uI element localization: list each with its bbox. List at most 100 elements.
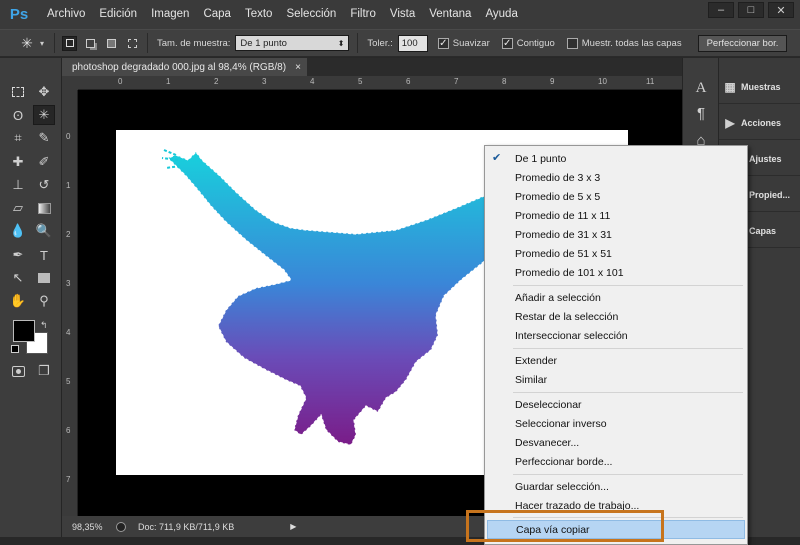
menu-item-promedio-11[interactable]: Promedio de 11 x 11 xyxy=(487,206,745,225)
menu-ventana[interactable]: Ventana xyxy=(422,0,478,29)
minimize-button[interactable]: – xyxy=(708,2,734,18)
ruler-corner xyxy=(62,76,78,90)
menu-item-restar-seleccion[interactable]: Restar de la selección xyxy=(487,307,745,326)
menu-bar: Ps Archivo Edición Imagen Capa Texto Sel… xyxy=(0,0,800,29)
maximize-button[interactable]: □ xyxy=(738,2,764,18)
ruler-tick-label: 0 xyxy=(66,132,71,141)
magic-wand-tool-icon[interactable]: ✳ xyxy=(33,105,55,125)
menu-item-label: Promedio de 101 x 101 xyxy=(515,266,624,279)
menu-item-label: Promedio de 11 x 11 xyxy=(515,209,611,222)
status-share-icon[interactable] xyxy=(116,521,126,532)
play-icon: ▶ xyxy=(725,115,735,130)
menu-item-guardar-seleccion[interactable]: Guardar selección... xyxy=(487,477,745,496)
context-menu: ✔ De 1 punto Promedio de 3 x 3 Promedio d… xyxy=(484,145,748,545)
contiguous-label: Contiguo xyxy=(516,37,555,49)
sample-size-select[interactable]: De 1 punto ⬍ xyxy=(235,35,350,51)
add-selection-icon[interactable] xyxy=(83,36,98,51)
refine-edge-button[interactable]: Perfeccionar bor. xyxy=(697,34,788,52)
menu-separator xyxy=(513,474,743,475)
history-brush-icon[interactable]: ↺ xyxy=(33,175,55,195)
lasso-tool-icon[interactable]: ʘ xyxy=(7,105,29,125)
paragraph-icon[interactable]: ¶ xyxy=(688,101,714,125)
tolerance-label: Toler.: xyxy=(367,37,393,49)
menu-imagen[interactable]: Imagen xyxy=(144,0,196,29)
menu-item-label: Promedio de 51 x 51 xyxy=(515,247,612,260)
panel-label: Acciones xyxy=(741,117,782,128)
intersect-selection-icon[interactable] xyxy=(125,36,140,51)
character-icon[interactable]: A xyxy=(688,76,714,100)
screen-mode-icon[interactable]: ❐ xyxy=(33,361,55,381)
menu-item-extender[interactable]: Extender xyxy=(487,351,745,370)
document-tab-bar: photoshop degradado 000.jpg al 98,4% (RG… xyxy=(62,58,682,76)
close-button[interactable]: ✕ xyxy=(768,2,794,18)
move-tool-icon[interactable]: ✥ xyxy=(33,82,55,102)
foreground-color-swatch[interactable] xyxy=(13,320,35,342)
menu-item-promedio-101[interactable]: Promedio de 101 x 101 xyxy=(487,263,745,282)
zoom-tool-icon[interactable]: ⚲ xyxy=(33,291,55,311)
menu-item-promedio-51[interactable]: Promedio de 51 x 51 xyxy=(487,244,745,263)
type-tool-icon[interactable]: T xyxy=(33,245,55,265)
ruler-tick-label: 6 xyxy=(66,426,71,435)
menu-ayuda[interactable]: Ayuda xyxy=(478,0,524,29)
swap-colors-icon[interactable]: ↰ xyxy=(40,320,48,331)
eraser-tool-icon[interactable]: ▱ xyxy=(7,198,29,218)
ruler-tick-label: 2 xyxy=(214,77,219,86)
menu-edicion[interactable]: Edición xyxy=(92,0,144,29)
zoom-level[interactable]: 98,35% xyxy=(72,522,110,532)
menu-seleccion[interactable]: Selección xyxy=(279,0,343,29)
subtract-selection-icon[interactable] xyxy=(104,36,119,51)
crop-tool-icon[interactable]: ⌗ xyxy=(7,128,29,148)
doc-size: Doc: 711,9 KB/711,9 KB xyxy=(138,521,235,532)
healing-brush-icon[interactable]: ✚ xyxy=(7,152,29,172)
menu-item-similar[interactable]: Similar xyxy=(487,370,745,389)
brush-tool-icon[interactable]: ✐ xyxy=(33,152,55,172)
dodge-tool-icon[interactable]: 🔍 xyxy=(33,221,55,241)
menu-item-promedio-3[interactable]: Promedio de 3 x 3 xyxy=(487,168,745,187)
contiguous-checkbox[interactable]: ✓ Contiguo xyxy=(501,37,555,49)
default-colors-icon[interactable] xyxy=(11,345,19,353)
panel-acciones[interactable]: ▶ Acciones xyxy=(719,106,800,140)
marquee-tool-icon[interactable] xyxy=(7,82,29,102)
tolerance-input[interactable]: 100 xyxy=(397,34,428,52)
menu-item-label: Promedio de 5 x 5 xyxy=(515,190,601,203)
ruler-tick-label: 4 xyxy=(66,328,71,337)
menu-item-interseccionar-seleccion[interactable]: Interseccionar selección xyxy=(487,326,745,345)
status-arrow-icon[interactable]: ▶ xyxy=(290,522,296,531)
eyedropper-tool-icon[interactable]: ✎ xyxy=(33,128,55,148)
pen-tool-icon[interactable]: ✒ xyxy=(7,245,29,265)
menu-texto[interactable]: Texto xyxy=(238,0,280,29)
shape-tool-icon[interactable] xyxy=(33,268,55,288)
menu-item-label: De 1 punto xyxy=(515,152,567,165)
blur-tool-icon[interactable]: 💧 xyxy=(7,221,29,241)
menu-filtro[interactable]: Filtro xyxy=(343,0,383,29)
ruler-tick-label: 10 xyxy=(598,77,607,86)
menu-item-de-1-punto[interactable]: ✔ De 1 punto xyxy=(487,149,745,168)
panel-muestras[interactable]: ▦ Muestras xyxy=(719,70,800,104)
preset-dropdown-icon[interactable]: ▾ xyxy=(40,39,44,48)
menu-capa[interactable]: Capa xyxy=(196,0,238,29)
document-tab[interactable]: photoshop degradado 000.jpg al 98,4% (RG… xyxy=(62,58,307,76)
magic-wand-preset-icon[interactable]: ✳ xyxy=(14,32,40,54)
menu-item-anadir-seleccion[interactable]: Añadir a selección xyxy=(487,288,745,307)
ruler-tick-label: 3 xyxy=(66,279,71,288)
close-tab-icon[interactable]: × xyxy=(295,62,301,73)
quick-mask-icon[interactable] xyxy=(7,361,29,381)
menu-item-desvanecer[interactable]: Desvanecer... xyxy=(487,433,745,452)
panel-label: Capas xyxy=(749,225,777,236)
menu-item-promedio-31[interactable]: Promedio de 31 x 31 xyxy=(487,225,745,244)
new-selection-icon[interactable] xyxy=(62,35,78,51)
hand-tool-icon[interactable]: ✋ xyxy=(7,291,29,311)
menu-item-seleccionar-inverso[interactable]: Seleccionar inverso xyxy=(487,414,745,433)
menu-archivo[interactable]: Archivo xyxy=(40,0,92,29)
menu-item-deseleccionar[interactable]: Deseleccionar xyxy=(487,395,745,414)
menu-item-perfeccionar-borde[interactable]: Perfeccionar borde... xyxy=(487,452,745,471)
path-selection-icon[interactable]: ↖ xyxy=(7,268,29,288)
sample-all-label: Muestr. todas las capas xyxy=(581,37,682,49)
menu-item-promedio-5[interactable]: Promedio de 5 x 5 xyxy=(487,187,745,206)
menu-vista[interactable]: Vista xyxy=(383,0,422,29)
stamp-tool-icon[interactable]: ⊥ xyxy=(7,175,29,195)
menu-separator xyxy=(513,348,743,349)
antialias-checkbox[interactable]: ✓ Suavizar xyxy=(437,37,490,49)
gradient-tool-icon[interactable] xyxy=(33,198,55,218)
sample-all-layers-checkbox[interactable]: Muestr. todas las capas xyxy=(566,37,682,49)
